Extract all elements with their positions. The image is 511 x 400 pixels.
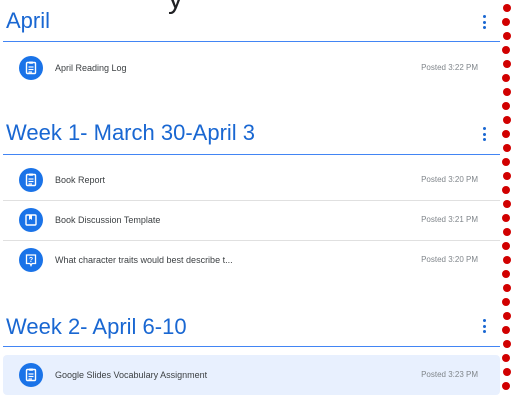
border-dot <box>502 186 510 194</box>
border-dot <box>503 368 511 376</box>
topic-title-april: April <box>6 8 51 33</box>
border-dot <box>503 256 511 264</box>
list-item[interactable]: Book Report Posted 3:20 PM <box>3 160 500 200</box>
border-dot <box>503 228 511 236</box>
border-dot <box>503 4 511 12</box>
border-dot <box>503 144 511 152</box>
border-dot <box>503 32 511 40</box>
border-dot <box>502 270 510 278</box>
more-options-icon[interactable] <box>480 15 488 29</box>
border-dot <box>502 130 510 138</box>
item-title: Book Report <box>55 175 106 185</box>
posted-time: Posted 3:20 PM <box>421 255 478 264</box>
border-dot <box>502 354 510 362</box>
border-dot <box>502 326 510 334</box>
border-dot <box>502 18 510 26</box>
border-dot <box>502 158 510 166</box>
border-dot <box>502 298 510 306</box>
dotted-border-decoration <box>502 0 511 400</box>
border-dot <box>502 214 510 222</box>
posted-time: Posted 3:20 PM <box>421 175 478 184</box>
topic-divider <box>3 154 500 155</box>
border-dot <box>502 46 510 54</box>
topic-divider <box>3 41 500 42</box>
item-title: Book Discussion Template <box>55 215 161 225</box>
assignment-icon <box>19 56 43 80</box>
list-item[interactable]: April Reading Log Posted 3:22 PM <box>3 48 500 88</box>
posted-time: Posted 3:23 PM <box>421 370 478 379</box>
svg-text:?: ? <box>29 257 33 264</box>
border-dot <box>503 340 511 348</box>
list-item[interactable]: ? What character traits would best descr… <box>3 240 500 280</box>
border-dot <box>503 116 511 124</box>
assignment-icon <box>19 363 43 387</box>
border-dot <box>503 60 511 68</box>
posted-time: Posted 3:22 PM <box>421 63 478 72</box>
border-dot <box>502 102 510 110</box>
item-title: April Reading Log <box>55 63 127 73</box>
more-options-icon[interactable] <box>480 127 488 141</box>
border-dot <box>502 242 510 250</box>
posted-time: Posted 3:21 PM <box>421 215 478 224</box>
border-dot <box>502 382 510 390</box>
border-dot <box>503 200 511 208</box>
topic-divider <box>3 346 500 347</box>
border-dot <box>503 88 511 96</box>
border-dot <box>503 172 511 180</box>
cutoff-header-text: y <box>168 0 183 16</box>
topic-title-week-1: Week 1- March 30-April 3 <box>6 120 256 145</box>
material-icon <box>19 208 43 232</box>
assignment-icon <box>19 168 43 192</box>
topic-title-week-2: Week 2- April 6-10 <box>6 314 187 339</box>
question-icon: ? <box>19 248 43 272</box>
border-dot <box>503 312 511 320</box>
item-title: Google Slides Vocabulary Assignment <box>55 370 208 380</box>
more-options-icon[interactable] <box>480 319 488 333</box>
border-dot <box>502 74 510 82</box>
item-title: What character traits would best describ… <box>55 255 233 265</box>
list-item[interactable]: Google Slides Vocabulary Assignment Post… <box>3 355 500 395</box>
border-dot <box>503 284 511 292</box>
list-item[interactable]: Book Discussion Template Posted 3:21 PM <box>3 200 500 240</box>
